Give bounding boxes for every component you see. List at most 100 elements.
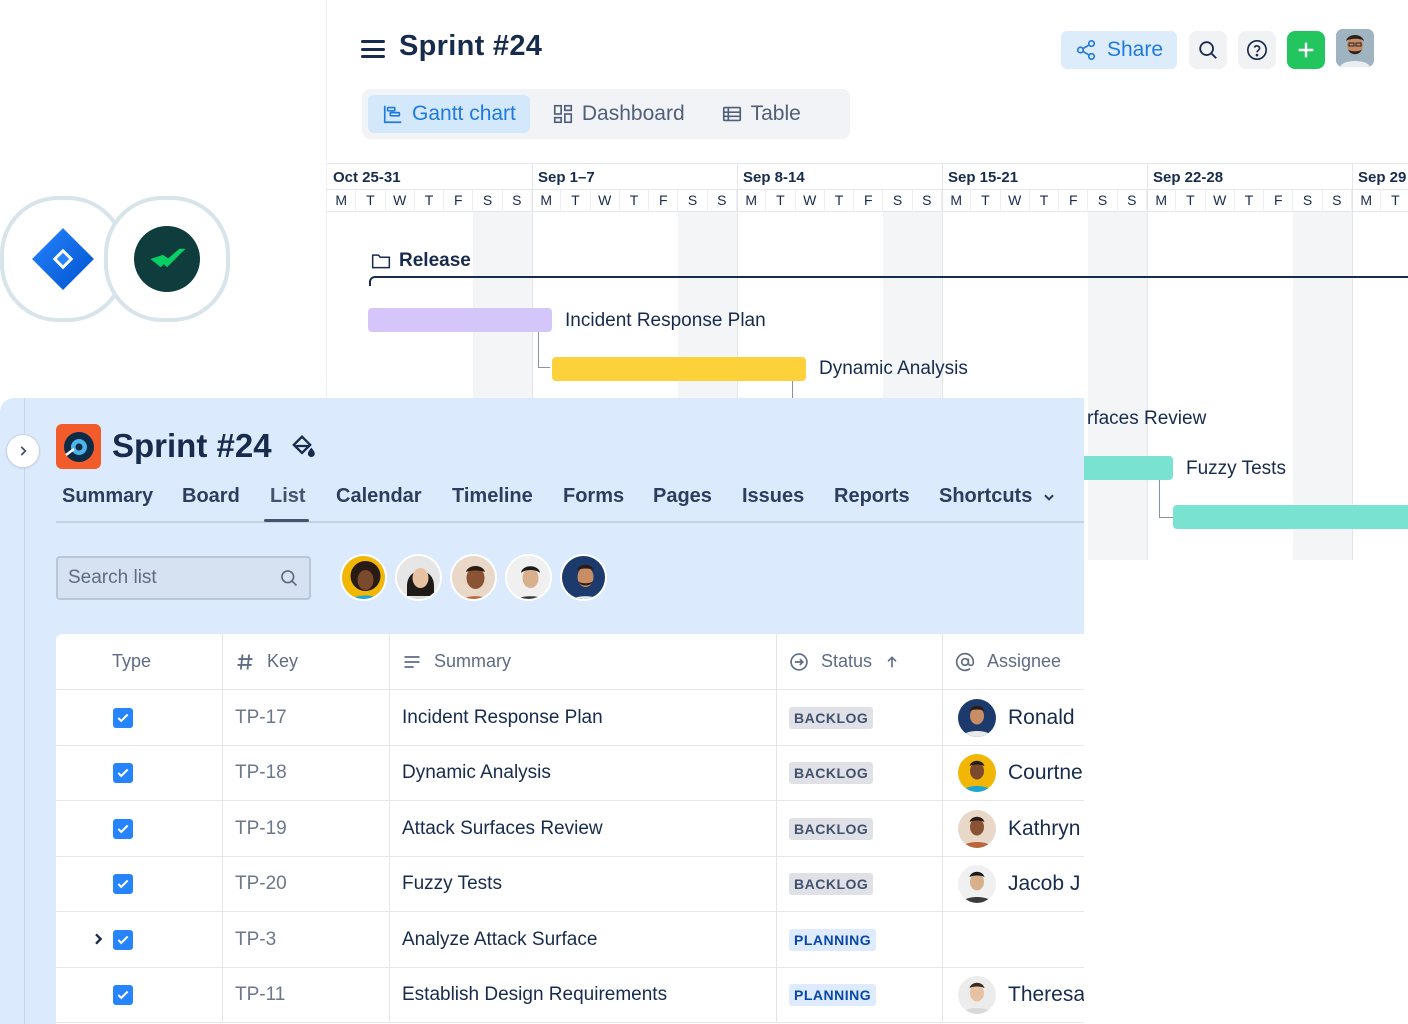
share-icon bbox=[1076, 40, 1096, 60]
avatar bbox=[958, 698, 996, 737]
issue-key[interactable]: TP-3 bbox=[235, 929, 276, 951]
assignee-cell[interactable]: Ronald bbox=[943, 690, 1084, 745]
day-label: F bbox=[444, 190, 474, 212]
status-badge[interactable]: PLANNING bbox=[789, 984, 877, 1006]
day-label: T bbox=[1381, 190, 1408, 212]
menu-icon[interactable] bbox=[361, 40, 385, 58]
task-type-icon bbox=[113, 707, 133, 728]
share-label: Share bbox=[1106, 38, 1164, 61]
table-row[interactable]: TP-20 Fuzzy Tests BACKLOG Jacob J bbox=[56, 856, 1084, 912]
day-label: F bbox=[1059, 190, 1089, 212]
folder-icon bbox=[371, 254, 391, 269]
tab-list[interactable]: List bbox=[270, 485, 306, 508]
tab-calendar[interactable]: Calendar bbox=[336, 485, 422, 508]
add-button[interactable] bbox=[1287, 31, 1325, 69]
release-group[interactable]: Release bbox=[371, 250, 471, 272]
tab-board[interactable]: Board bbox=[182, 485, 240, 508]
task-type-icon bbox=[113, 818, 133, 839]
search-button[interactable] bbox=[1189, 31, 1227, 69]
tab-gantt-chart[interactable]: Gantt chart bbox=[368, 95, 530, 133]
key-cell: TP-17 bbox=[223, 690, 390, 745]
task-bar-incident-response[interactable] bbox=[368, 308, 552, 332]
column-header-summary[interactable]: Summary bbox=[390, 634, 777, 690]
tab-shortcuts[interactable]: Shortcuts bbox=[939, 485, 1056, 508]
expand-row-icon[interactable] bbox=[90, 931, 106, 947]
status-badge[interactable]: PLANNING bbox=[789, 928, 877, 951]
status-badge[interactable]: BACKLOG bbox=[789, 817, 874, 840]
assignee-cell[interactable] bbox=[943, 912, 1084, 967]
status-badge[interactable]: BACKLOG bbox=[789, 762, 874, 784]
task-bar-next[interactable] bbox=[1173, 505, 1408, 529]
day-label: S bbox=[503, 190, 532, 212]
tab-dashboard[interactable]: Dashboard bbox=[538, 95, 699, 133]
issue-summary[interactable]: Fuzzy Tests bbox=[402, 873, 502, 895]
table-row[interactable]: TP-17 Incident Response Plan BACKLOG Ronald bbox=[56, 690, 1084, 746]
help-button[interactable] bbox=[1238, 31, 1276, 69]
summary-cell: Dynamic Analysis bbox=[390, 745, 777, 801]
week-label: Sep 15-21 bbox=[948, 169, 1019, 186]
type-cell bbox=[56, 856, 223, 912]
column-header-type[interactable]: Type bbox=[56, 634, 223, 690]
issue-key[interactable]: TP-20 bbox=[235, 873, 287, 895]
tab-forms[interactable]: Forms bbox=[563, 485, 624, 508]
table-row[interactable]: TP-19 Attack Surfaces Review BACKLOG Kathry… bbox=[56, 801, 1084, 857]
avatar[interactable] bbox=[560, 554, 607, 601]
day-label: T bbox=[620, 190, 650, 212]
assignee-cell[interactable]: Jacob J bbox=[943, 857, 1084, 912]
issue-key[interactable]: TP-11 bbox=[235, 984, 285, 1006]
tab-pages[interactable]: Pages bbox=[653, 485, 712, 508]
tab-summary[interactable]: Summary bbox=[62, 485, 153, 508]
avatar[interactable] bbox=[340, 554, 387, 601]
table-row[interactable]: TP-3 Analyze Attack Surface PLANNING bbox=[56, 912, 1084, 968]
day-label: W bbox=[796, 190, 825, 212]
table-row[interactable]: TP-18 Dynamic Analysis BACKLOG Courtne bbox=[56, 745, 1084, 801]
week-separator bbox=[1352, 163, 1353, 560]
key-cell: TP-20 bbox=[223, 856, 390, 912]
paint-bucket-icon[interactable] bbox=[288, 432, 316, 460]
search-input[interactable]: Search list bbox=[56, 556, 311, 600]
share-button[interactable]: Share bbox=[1061, 31, 1177, 69]
column-header-key[interactable]: Key bbox=[223, 634, 390, 690]
day-header: MTWTFSSMTWTFSSMTWTFSSMTWTFSSMTWTFSSMTWTF… bbox=[327, 190, 1408, 212]
tab-issues[interactable]: Issues bbox=[742, 485, 804, 508]
task-label: Dynamic Analysis bbox=[819, 358, 968, 379]
status-badge[interactable]: BACKLOG bbox=[789, 706, 874, 729]
tab-timeline[interactable]: Timeline bbox=[452, 485, 533, 508]
status-badge[interactable]: BACKLOG bbox=[789, 873, 874, 895]
release-bar[interactable] bbox=[369, 276, 1408, 286]
day-label: S bbox=[883, 190, 913, 212]
issue-key[interactable]: TP-17 bbox=[235, 707, 287, 729]
issue-key[interactable]: TP-19 bbox=[235, 818, 287, 840]
issue-summary[interactable]: Incident Response Plan bbox=[402, 707, 603, 729]
text-lines-icon bbox=[404, 655, 420, 668]
day-label: M bbox=[1147, 190, 1177, 212]
tab-reports[interactable]: Reports bbox=[834, 485, 910, 508]
issue-summary[interactable]: Dynamic Analysis bbox=[402, 762, 551, 784]
avatar[interactable] bbox=[505, 554, 552, 601]
issue-summary[interactable]: Analyze Attack Surface bbox=[402, 929, 597, 951]
status-cell: PLANNING bbox=[777, 967, 943, 1023]
column-header-assignee[interactable]: Assignee bbox=[943, 634, 1084, 690]
avatar[interactable] bbox=[450, 554, 497, 601]
day-label: M bbox=[737, 190, 767, 212]
tab-table[interactable]: Table bbox=[707, 95, 815, 133]
assignee-cell[interactable]: Courtne bbox=[943, 746, 1084, 801]
assignee-cell[interactable]: Kathryn bbox=[943, 801, 1084, 856]
user-avatar[interactable] bbox=[1336, 29, 1374, 67]
key-cell: TP-18 bbox=[223, 745, 390, 801]
column-header-status[interactable]: Status bbox=[777, 634, 943, 690]
expand-sidebar-button[interactable] bbox=[6, 434, 40, 468]
issue-summary[interactable]: Establish Design Requirements bbox=[402, 984, 667, 1006]
assignee-cell[interactable]: Theresa bbox=[943, 968, 1084, 1023]
table-row[interactable]: TP-11 Establish Design Requirements PLANNI… bbox=[56, 967, 1084, 1023]
issue-summary[interactable]: Attack Surfaces Review bbox=[402, 818, 603, 840]
issue-key[interactable]: TP-18 bbox=[235, 762, 287, 784]
type-cell bbox=[56, 912, 223, 967]
day-label: T bbox=[766, 190, 796, 212]
task-bar-dynamic-analysis[interactable] bbox=[552, 357, 806, 381]
day-label: F bbox=[1264, 190, 1294, 212]
day-label: S bbox=[473, 190, 503, 212]
day-label: F bbox=[854, 190, 884, 212]
avatar[interactable] bbox=[395, 554, 442, 601]
week-separator bbox=[1147, 163, 1148, 560]
